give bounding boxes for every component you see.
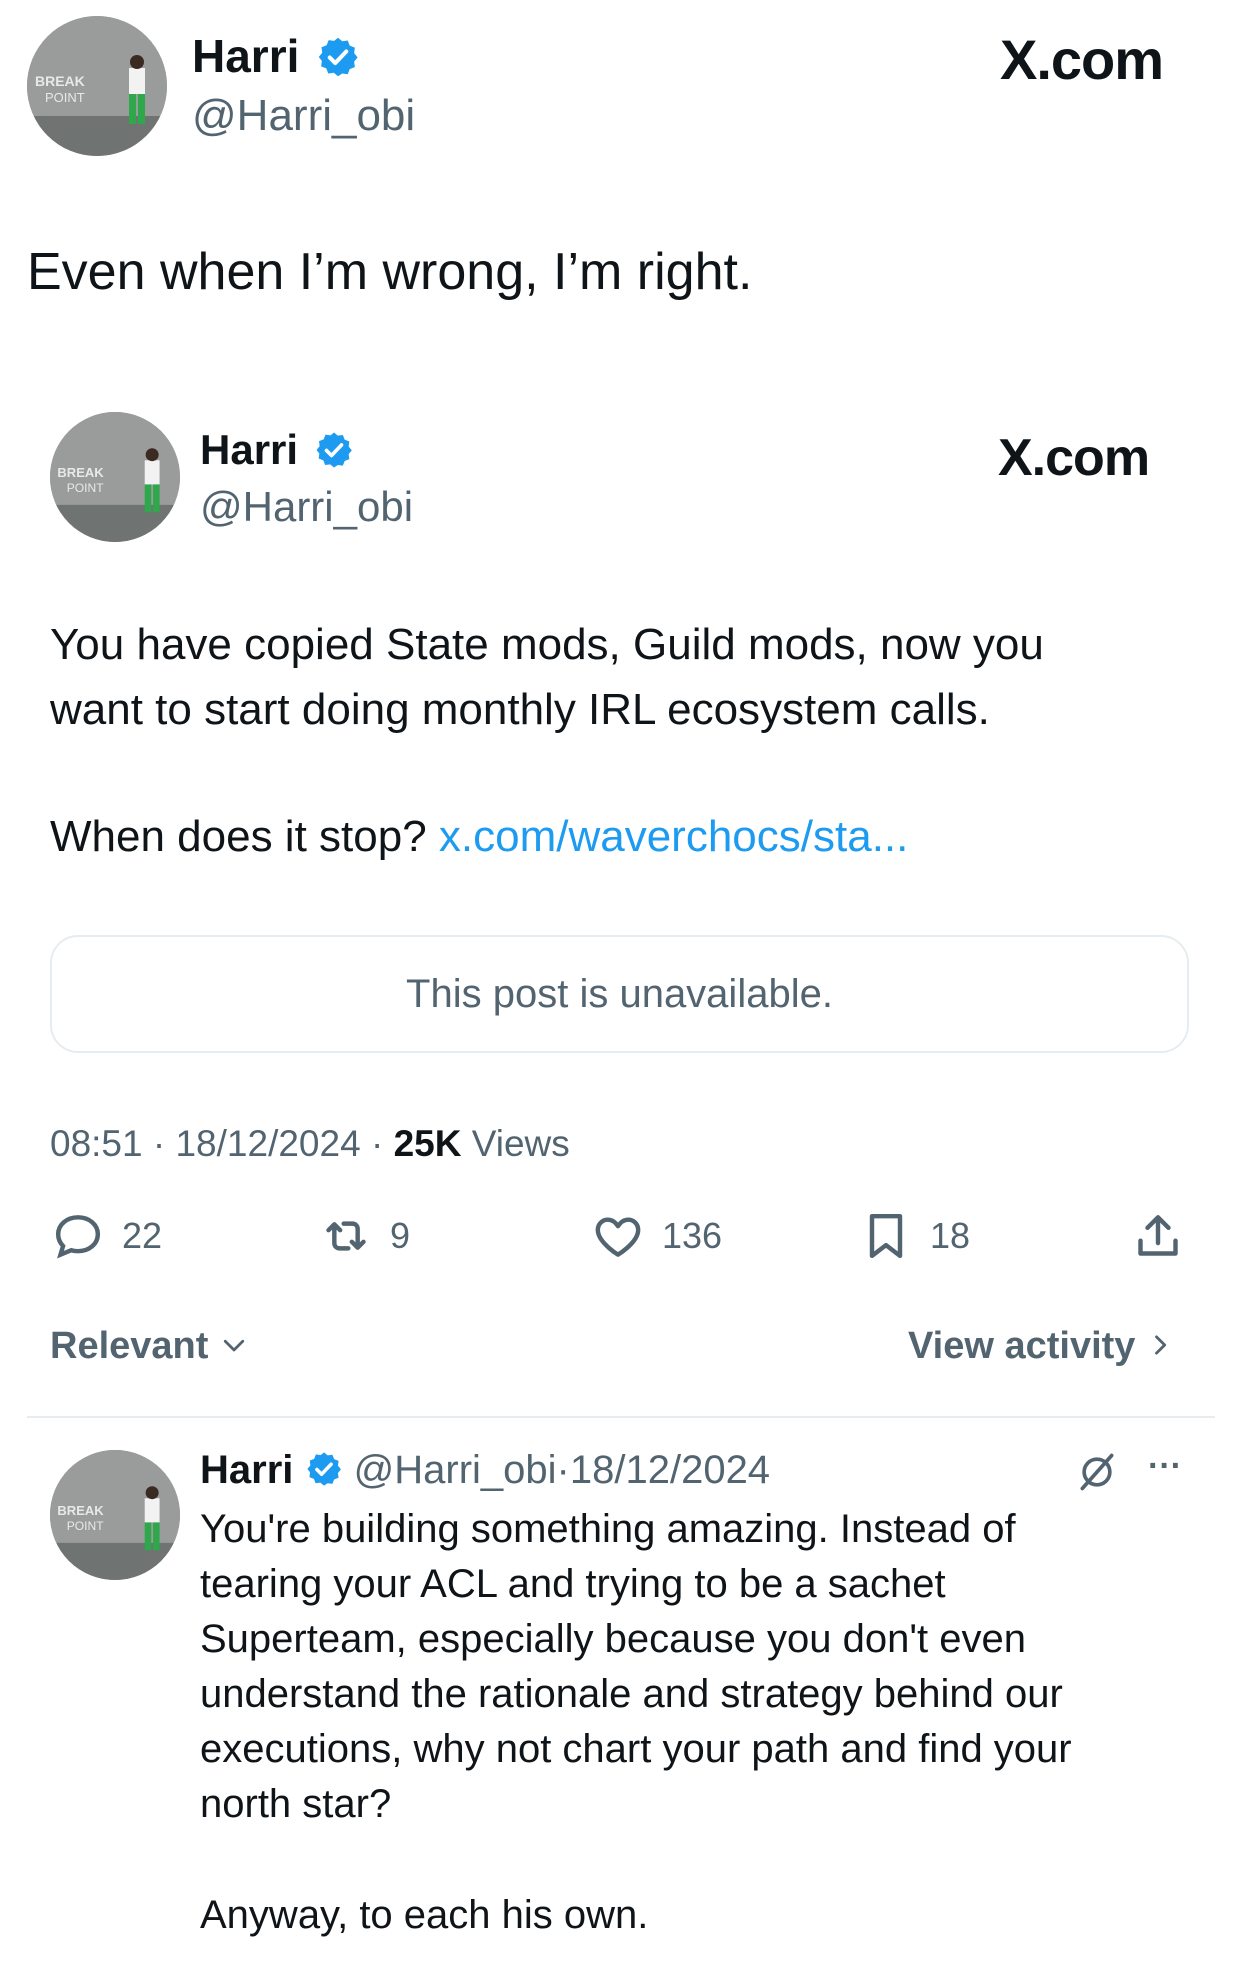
verified-badge-icon [318,37,358,77]
author-name[interactable]: Harri [192,30,299,82]
svg-text:BREAK: BREAK [57,465,104,480]
reply-header: Harri @Harri_obi·18/12/2024 [200,1444,770,1496]
svg-text:BREAK: BREAK [57,1503,104,1518]
separator: · [556,1448,570,1492]
avatar[interactable]: BREAK POINT [50,1450,180,1580]
bookmark-count: 18 [930,1215,971,1256]
verified-badge-icon [306,1452,341,1487]
reply-author-handle[interactable]: @Harri_obi [354,1448,557,1492]
divider [27,1416,1215,1418]
svg-text:POINT: POINT [67,1519,104,1533]
quoted-text-line: want to start doing monthly IRL ecosyste… [50,685,990,734]
reply-icon [55,1215,101,1259]
reply-line: You're building something amazing. Inste… [200,1507,1016,1551]
svg-text:BREAK: BREAK [35,73,85,89]
grok-icon[interactable] [1075,1450,1119,1499]
post-time[interactable]: 08:51 [50,1123,143,1164]
heart-icon [595,1217,641,1257]
reply-author-name[interactable]: Harri [200,1448,293,1492]
post-text: Even when I’m wrong, I’m right. [27,243,753,301]
x-logo: X.com [998,429,1150,487]
post-link[interactable]: x.com/waverchocs/sta... [439,812,908,861]
unavailable-post-card: This post is unavailable. [50,935,1189,1053]
views-count: 25K [393,1123,462,1164]
reply-line: Superteam, especially because you don't … [200,1617,1026,1661]
more-options-button[interactable]: ··· [1148,1446,1182,1486]
share-button[interactable] [1130,1208,1186,1264]
sort-label: Relevant [50,1325,209,1367]
repost-icon [326,1221,366,1251]
separator: · [152,1123,166,1164]
view-activity-label: View activity [908,1325,1136,1367]
author-handle[interactable]: @Harri_obi [192,90,415,142]
reply-line: north star? [200,1782,392,1826]
reply-line: executions, why not chart your path and … [200,1727,1072,1771]
reply-count: 22 [122,1215,163,1256]
avatar[interactable]: BREAK POINT [50,412,180,542]
quoted-post-text: You have copied State mods, Guild mods, … [50,612,1200,742]
reply-closing: Anyway, to each his own. [200,1893,649,1937]
reply-button[interactable]: 22 [50,1208,162,1264]
chevron-down-icon [223,1339,245,1352]
view-activity-link[interactable]: View activity [908,1322,1174,1370]
unavailable-text: This post is unavailable. [406,971,833,1016]
chevron-right-icon [1155,1335,1167,1355]
like-count: 136 [662,1215,723,1256]
share-icon [1138,1215,1178,1256]
x-logo: X.com [1000,28,1164,91]
quoted-author-name[interactable]: Harri [200,426,298,473]
svg-text:POINT: POINT [45,90,85,105]
svg-text:POINT: POINT [67,481,104,495]
post-date[interactable]: 18/12/2024 [175,1123,360,1164]
reply-line: tearing your ACL and trying to be a sach… [200,1562,946,1606]
repost-button[interactable]: 9 [318,1208,410,1264]
sort-dropdown[interactable]: Relevant [50,1322,249,1370]
repost-count: 9 [390,1215,411,1256]
like-button[interactable]: 136 [590,1208,722,1264]
separator: · [370,1123,384,1164]
quoted-text-line: You have copied State mods, Guild mods, … [50,620,1044,669]
quoted-question: When does it stop? x.com/waverchocs/sta.… [50,807,908,867]
reply-text: You're building something amazing. Inste… [200,1502,1210,1832]
bookmark-icon [869,1213,903,1259]
reply-line: understand the rationale and strategy be… [200,1672,1063,1716]
question-text: When does it stop? [50,812,439,861]
reply-date[interactable]: 18/12/2024 [570,1448,770,1492]
quoted-author-handle[interactable]: @Harri_obi [200,482,413,532]
verified-badge-icon [316,432,352,468]
post-meta: 08:51 · 18/12/2024 · 25K Views [50,1120,570,1168]
views-label: Views [471,1123,570,1164]
avatar[interactable]: BREAK POINT [27,16,167,156]
bookmark-button[interactable]: 18 [858,1208,970,1264]
